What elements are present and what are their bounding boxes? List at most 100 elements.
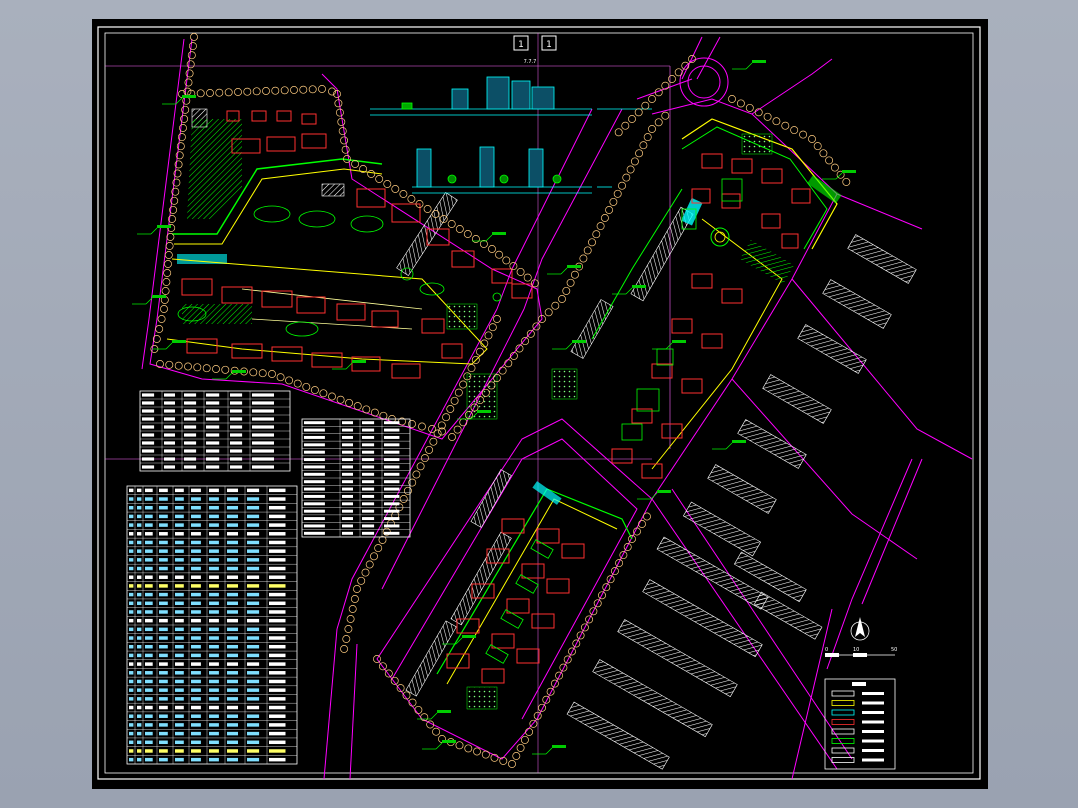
tree-symbol-icon	[161, 287, 170, 295]
tree-symbol-icon	[184, 78, 193, 87]
tree-symbol-icon	[163, 269, 172, 277]
tree-symbol-icon	[384, 669, 393, 678]
tree-symbol-icon	[479, 240, 488, 248]
tree-symbol-icon	[365, 560, 374, 569]
tree-symbol-icon	[346, 615, 355, 623]
tree-symbol-icon	[416, 462, 425, 471]
tree-symbol-icon	[336, 395, 345, 404]
tree-symbol-icon	[412, 470, 421, 479]
tree-symbol-icon	[442, 413, 451, 422]
tree-symbol-icon	[736, 99, 745, 108]
tree-symbol-icon	[164, 251, 173, 259]
middle-table	[301, 418, 411, 538]
tree-symbol-icon	[799, 130, 808, 139]
tree-symbol-icon	[728, 95, 736, 103]
tree-symbol-icon	[512, 752, 521, 760]
tree-symbol-icon	[160, 305, 168, 313]
tree-symbol-icon	[162, 278, 171, 286]
tree-symbol-icon	[566, 278, 575, 287]
tree-symbol-icon	[588, 238, 596, 247]
tree-symbol-icon	[446, 405, 455, 413]
tree-symbol-icon	[157, 315, 166, 323]
tree-symbol-icon	[463, 230, 472, 238]
tree-symbol-icon	[610, 567, 619, 576]
tree-symbol-icon	[403, 486, 412, 495]
tree-symbol-icon	[583, 246, 592, 255]
tree-symbol-icon	[622, 173, 631, 182]
tree-symbol-icon	[351, 160, 360, 168]
left-lower-table	[126, 485, 298, 765]
tree-symbol-icon	[193, 363, 202, 372]
tree-symbol-icon	[310, 386, 319, 395]
tree-symbol-icon	[423, 205, 432, 213]
tree-symbol-icon	[342, 635, 351, 643]
tree-symbol-icon	[525, 727, 534, 736]
tree-symbol-icon	[262, 87, 270, 95]
tree-symbol-icon	[212, 365, 220, 373]
tree-symbol-icon	[641, 101, 650, 110]
tree-symbol-icon	[825, 156, 834, 165]
tree-symbol-icon	[357, 576, 366, 585]
tree-symbol-icon	[190, 33, 198, 41]
tree-symbol-icon	[353, 402, 362, 411]
tree-symbol-icon	[345, 398, 354, 407]
scale-end: 50	[891, 647, 897, 653]
tree-symbol-icon	[455, 741, 464, 750]
tree-symbol-icon	[614, 128, 623, 137]
tree-symbol-icon	[186, 60, 195, 69]
tree-symbol-icon	[391, 185, 400, 193]
tree-symbol-icon	[628, 115, 636, 123]
tree-symbol-icon	[808, 135, 816, 143]
tree-symbol-icon	[495, 250, 504, 259]
tree-symbol-icon	[459, 380, 468, 389]
tree-symbol-icon	[481, 750, 490, 759]
tree-symbol-icon	[648, 95, 656, 103]
tree-symbol-icon	[280, 86, 289, 95]
tree-symbol-icon	[293, 379, 302, 388]
tree-symbol-icon	[550, 679, 559, 688]
tree-symbol-icon	[781, 121, 790, 130]
tree-symbol-icon	[626, 165, 635, 174]
elevation-sketches	[370, 76, 652, 194]
tree-symbol-icon	[348, 605, 357, 613]
tree-symbol-icon	[635, 149, 644, 158]
tree-symbol-icon	[516, 743, 525, 752]
tree-symbol-icon	[271, 86, 280, 95]
sheet-tab-1: 1	[518, 40, 524, 50]
tree-symbol-icon	[448, 433, 456, 441]
tree-symbol-icon	[484, 331, 493, 340]
tree-symbol-icon	[285, 376, 294, 385]
tree-symbol-icon	[202, 364, 211, 373]
tree-symbol-icon	[221, 365, 230, 374]
tree-symbol-icon	[252, 87, 261, 96]
tree-symbol-icon	[609, 197, 618, 206]
north-arrow: 0 10 50	[825, 617, 897, 657]
drawing-sheet: 1 1 7.7.7 0 10 50	[92, 19, 988, 789]
tree-symbol-icon	[819, 149, 828, 158]
tree-symbol-icon	[520, 735, 529, 744]
tree-symbol-icon	[488, 245, 496, 253]
tree-symbol-icon	[471, 235, 480, 243]
tree-symbol-icon	[344, 625, 353, 633]
tree-symbol-icon	[188, 42, 197, 51]
tree-symbol-icon	[290, 86, 298, 94]
tree-symbol-icon	[308, 85, 317, 94]
tree-symbol-icon	[165, 242, 174, 250]
tree-symbol-icon	[555, 671, 564, 680]
scale-start: 0	[825, 647, 828, 653]
tree-symbol-icon	[813, 142, 822, 151]
tree-symbol-icon	[234, 88, 242, 96]
tree-symbol-icon	[504, 359, 513, 368]
tree-symbol-icon	[276, 373, 285, 382]
tree-symbol-icon	[337, 117, 346, 126]
tree-symbol-icon	[215, 88, 224, 97]
tree-symbol-icon	[341, 145, 350, 154]
tree-symbol-icon	[340, 136, 349, 145]
tree-symbol-icon	[530, 279, 539, 288]
tree-symbol-icon	[621, 121, 630, 130]
tree-symbol-icon	[502, 256, 511, 265]
west-complex	[166, 110, 533, 420]
tree-symbol-icon	[187, 51, 196, 60]
tree-symbol-icon	[429, 437, 438, 446]
tree-symbol-icon	[353, 585, 361, 593]
